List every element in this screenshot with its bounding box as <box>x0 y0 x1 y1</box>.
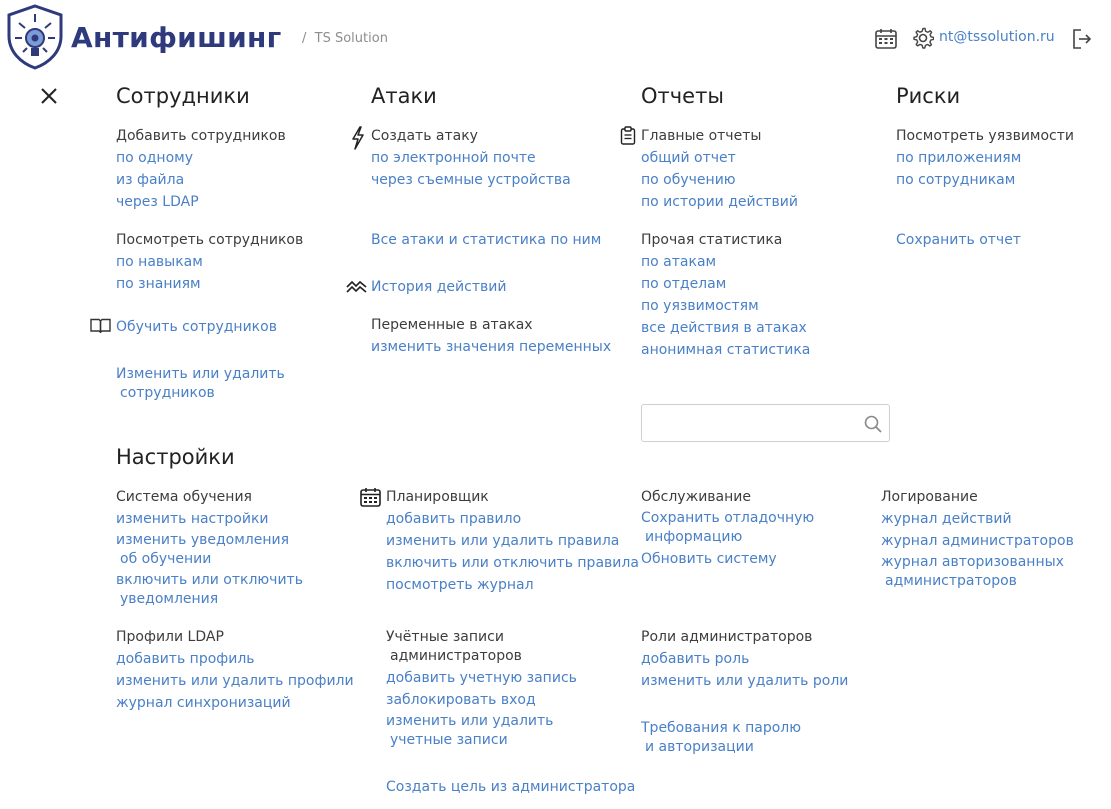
search-icon[interactable] <box>864 415 882 433</box>
edit-accounts-link-line2[interactable]: учетные записи <box>390 730 508 750</box>
edit-employees-link-line2[interactable]: сотрудников <box>120 383 215 403</box>
add-one-link[interactable]: по одному <box>116 148 193 168</box>
logout-icon[interactable] <box>1072 28 1092 50</box>
user-email-link[interactable]: nt@tssolution.ru <box>939 29 1055 45</box>
learning-system-label: Система обучения <box>116 489 252 505</box>
attack-variables-label: Переменные в атаках <box>371 317 533 333</box>
clipboard-icon <box>620 126 636 145</box>
other-stats-label: Прочая статистика <box>641 232 783 248</box>
reports-heading: Отчеты <box>641 84 724 108</box>
employees-heading: Сотрудники <box>116 84 250 108</box>
create-attack-label: Создать атаку <box>371 128 478 144</box>
settings-heading: Настройки <box>116 445 235 469</box>
activity-chart-icon <box>346 279 367 293</box>
add-role-link[interactable]: добавить роль <box>641 649 749 669</box>
add-profile-link[interactable]: добавить профиль <box>116 649 255 669</box>
save-debug-link[interactable]: Сохранить отладочную <box>641 508 814 528</box>
ldap-profiles-label: Профили LDAP <box>116 629 224 645</box>
stats-anonymous-link[interactable]: анонимная статистика <box>641 340 810 360</box>
logo-icon[interactable] <box>6 4 64 70</box>
toggle-notifications-link[interactable]: включить или отключить <box>116 570 303 590</box>
add-rule-link[interactable]: добавить правило <box>386 509 521 529</box>
search-box <box>641 404 890 442</box>
edit-employees-link[interactable]: Изменить или удалить <box>116 364 285 384</box>
by-applications-link[interactable]: по приложениям <box>896 148 1021 168</box>
edit-rules-link[interactable]: изменить или удалить правила <box>386 531 619 551</box>
gear-icon[interactable] <box>912 27 934 49</box>
view-employees-label: Посмотреть сотрудников <box>116 232 304 248</box>
edit-notifications-link-line2[interactable]: об обучении <box>120 549 211 569</box>
edit-accounts-link[interactable]: изменить или удалить <box>386 711 553 731</box>
close-icon[interactable] <box>40 87 58 105</box>
admin-accounts-label-line2: администраторов <box>390 648 522 664</box>
password-requirements-link-line2[interactable]: и авторизации <box>645 737 754 757</box>
service-label: Обслуживание <box>641 489 751 505</box>
save-report-link[interactable]: Сохранить отчет <box>896 230 1021 250</box>
all-attacks-link[interactable]: Все атаки и статистика по ним <box>371 230 601 250</box>
edit-notifications-link[interactable]: изменить уведомления <box>116 530 289 550</box>
create-target-link[interactable]: Создать цель из администратора <box>386 777 635 797</box>
add-from-file-link[interactable]: из файла <box>116 170 184 190</box>
sync-journal-link[interactable]: журнал синхронизаций <box>116 693 291 713</box>
by-knowledge-link[interactable]: по знаниям <box>116 274 201 294</box>
breadcrumb-separator: / <box>302 31 307 46</box>
calendar-icon[interactable] <box>875 28 897 49</box>
auth-admin-journal-link-line2[interactable]: администраторов <box>885 571 1017 591</box>
edit-roles-link[interactable]: изменить или удалить роли <box>641 671 848 691</box>
by-employees-link[interactable]: по сотрудникам <box>896 170 1015 190</box>
attacks-heading: Атаки <box>371 84 437 108</box>
breadcrumb: / TS Solution <box>302 31 388 46</box>
save-debug-link-line2[interactable]: информацию <box>645 527 742 547</box>
scheduler-calendar-icon <box>360 487 381 507</box>
history-report-link[interactable]: по истории действий <box>641 192 798 212</box>
attack-usb-link[interactable]: через съемные устройства <box>371 170 571 190</box>
toggle-notifications-link-line2[interactable]: уведомления <box>120 589 218 609</box>
edit-variables-link[interactable]: изменить значения переменных <box>371 337 611 357</box>
auth-admin-journal-link[interactable]: журнал авторизованных <box>881 552 1064 572</box>
block-login-link[interactable]: заблокировать вход <box>386 690 536 710</box>
lightning-icon <box>350 126 366 150</box>
edit-profiles-link[interactable]: изменить или удалить профили <box>116 671 354 691</box>
stats-attacks-link[interactable]: по атакам <box>641 252 716 272</box>
stats-vulnerabilities-link[interactable]: по уязвимостям <box>641 296 759 316</box>
search-input[interactable] <box>642 405 872 441</box>
logging-label: Логирование <box>881 489 978 505</box>
org-name: TS Solution <box>314 31 388 46</box>
edit-settings-link[interactable]: изменить настройки <box>116 509 269 529</box>
stats-departments-link[interactable]: по отделам <box>641 274 726 294</box>
admin-journal-link[interactable]: журнал администраторов <box>881 531 1074 551</box>
book-icon <box>90 318 111 333</box>
action-journal-link[interactable]: журнал действий <box>881 509 1012 529</box>
training-report-link[interactable]: по обучению <box>641 170 736 190</box>
train-employees-link[interactable]: Обучить сотрудников <box>116 317 277 337</box>
password-requirements-link[interactable]: Требования к паролю <box>641 718 801 738</box>
admin-roles-label: Роли администраторов <box>641 629 813 645</box>
view-vulnerabilities-label: Посмотреть уязвимости <box>896 128 1075 144</box>
admin-accounts-label: Учётные записи <box>386 629 504 645</box>
scheduler-label: Планировщик <box>386 489 489 505</box>
brand-title[interactable]: Антифишинг <box>71 20 282 56</box>
add-employees-label: Добавить сотрудников <box>116 128 286 144</box>
action-history-link[interactable]: История действий <box>371 277 506 297</box>
stats-all-actions-link[interactable]: все действия в атаках <box>641 318 807 338</box>
toggle-rules-link[interactable]: включить или отключить правила <box>386 553 639 573</box>
by-skills-link[interactable]: по навыкам <box>116 252 203 272</box>
view-journal-link[interactable]: посмотреть журнал <box>386 575 534 595</box>
update-system-link[interactable]: Обновить систему <box>641 549 777 569</box>
add-ldap-link[interactable]: через LDAP <box>116 192 199 212</box>
attack-email-link[interactable]: по электронной почте <box>371 148 536 168</box>
add-account-link[interactable]: добавить учетную запись <box>386 668 577 688</box>
main-reports-label: Главные отчеты <box>641 128 762 144</box>
general-report-link[interactable]: общий отчет <box>641 148 736 168</box>
risks-heading: Риски <box>896 84 961 108</box>
